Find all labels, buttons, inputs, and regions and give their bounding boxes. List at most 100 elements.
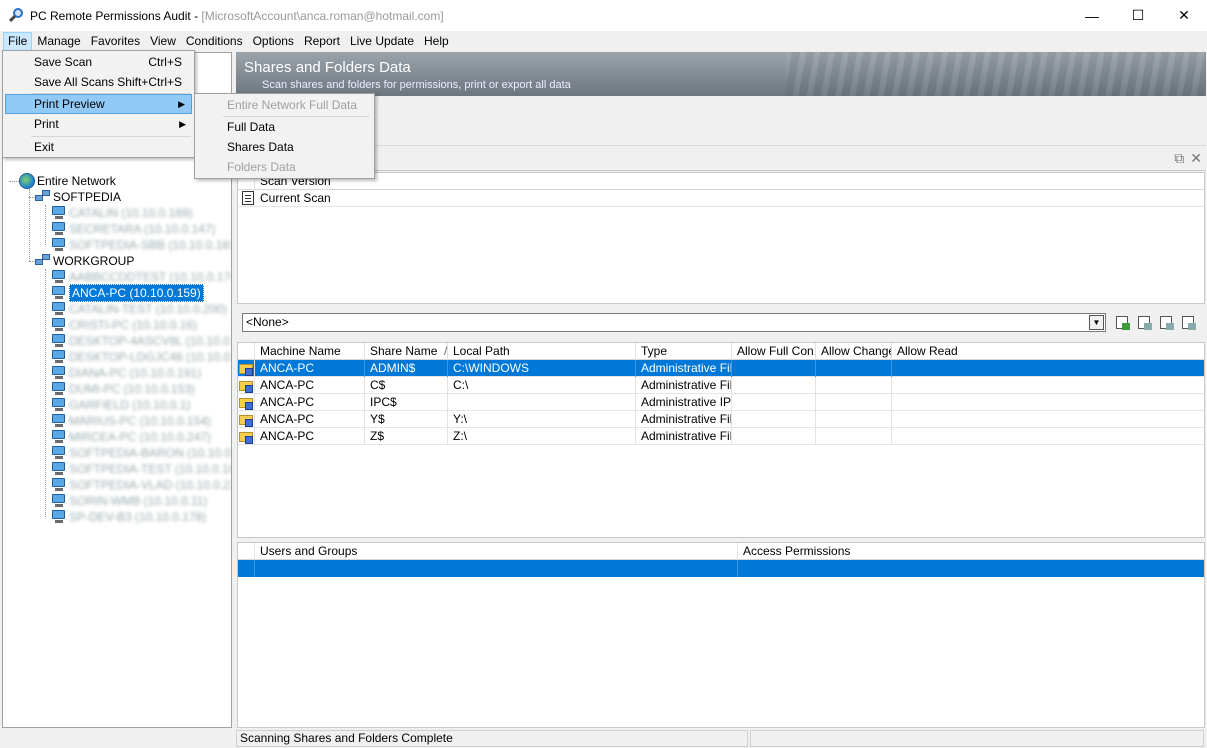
permissions-table: Users and Groups Access Permissions (237, 542, 1205, 728)
menu-item-save-all-scans[interactable]: Save All Scans Shift+Ctrl+S (5, 72, 192, 92)
menu-options[interactable]: Options (248, 32, 299, 51)
table-row[interactable]: ANCA-PC ADMIN$ C:\WINDOWS Administrative… (238, 360, 1204, 377)
tree-computer[interactable]: SOFTPEDIA-VLAD (10.10.0.226) (51, 477, 231, 493)
menu-help[interactable]: Help (419, 32, 454, 51)
shared-folder-icon (238, 377, 255, 394)
tree-computer[interactable]: SOFTPEDIA-BARON (10.10.0.21) (51, 445, 232, 461)
tree-computer[interactable]: SOFTPEDIA-SBB (10.10.0.181) (51, 237, 231, 253)
tree-computer-selected[interactable]: ANCA-PC (10.10.0.159) (51, 284, 204, 302)
tree-group-softpedia[interactable]: SOFTPEDIA (35, 189, 121, 205)
cell-users-groups (255, 560, 738, 577)
tree-label: SOFTPEDIA-BARON (10.10.0.21) (69, 446, 232, 460)
column-header-change[interactable]: Allow Change (816, 343, 892, 360)
submenu-item-full-data[interactable]: Full Data (197, 117, 372, 137)
minimize-button[interactable]: — (1069, 0, 1115, 31)
edit-filter-icon[interactable] (1180, 314, 1198, 332)
window-title: PC Remote Permissions Audit - [Microsoft… (30, 8, 444, 23)
cell-machine: ANCA-PC (255, 377, 365, 394)
column-header-type[interactable]: Type (636, 343, 732, 360)
tree-computer[interactable]: GARFIELD (10.10.0.1) (51, 397, 190, 413)
tree-computer[interactable]: MARIUS-PC (10.10.0.154) (51, 413, 211, 429)
computer-icon (51, 397, 67, 413)
tree-computer[interactable]: CATALIN-TEST (10.10.0.200) (51, 301, 227, 317)
undock-icon[interactable]: ⧉ (1174, 150, 1184, 167)
menu-conditions[interactable]: Conditions (181, 32, 248, 51)
menu-bar: File Manage Favorites View Conditions Op… (0, 31, 1207, 51)
menu-item-print-preview[interactable]: Print Preview ▶ (5, 94, 192, 114)
tree-computer[interactable]: DIANA-PC (10.10.0.191) (51, 365, 201, 381)
tree-computer[interactable]: SECRETARA (10.10.0.147) (51, 221, 216, 237)
table-row[interactable] (238, 560, 1204, 577)
cell-machine: ANCA-PC (255, 411, 365, 428)
tree-label: MARIUS-PC (10.10.0.154) (69, 414, 212, 428)
cell-type: Administrative File (636, 411, 732, 428)
table-row[interactable]: ANCA-PC Z$ Z:\ Administrative File (238, 428, 1204, 445)
tree-computer[interactable]: CRISTI-PC (10.10.0.16) (51, 317, 197, 333)
tree-group-workgroup[interactable]: WORKGROUP (35, 253, 134, 269)
table-row[interactable]: ANCA-PC C$ C:\ Administrative File (238, 377, 1204, 394)
menu-item-save-scan[interactable]: Save Scan Ctrl+S (5, 52, 192, 72)
tree-computer[interactable]: DUMI-PC (10.10.0.153) (51, 381, 195, 397)
cell-type: Administrative IPC (636, 394, 732, 411)
scan-row[interactable]: Current Scan (238, 190, 1204, 207)
cell-change (816, 428, 892, 445)
cell-read (892, 360, 1204, 377)
computer-icon (51, 445, 67, 461)
column-header-machine[interactable]: Machine Name (255, 343, 365, 360)
maximize-button[interactable]: ☐ (1115, 0, 1161, 31)
page-title: Shares and Folders Data (244, 59, 411, 76)
cell-access-permissions (738, 560, 1204, 577)
close-panel-icon[interactable]: ✕ (1190, 150, 1202, 167)
submenu-item-folders-data: Folders Data (227, 160, 296, 174)
tree-computer[interactable]: SP-DEV-B3 (10.10.0.178) (51, 509, 206, 525)
add-filter-icon[interactable] (1114, 314, 1132, 332)
computer-icon (51, 477, 67, 493)
tree-label: CATALIN-TEST (10.10.0.200) (69, 302, 228, 316)
tree-computer[interactable]: SOFTPEDIA-TEST (10.10.0.163) (51, 461, 231, 477)
paste-filter-icon[interactable] (1158, 314, 1176, 332)
menu-favorites[interactable]: Favorites (86, 32, 145, 51)
column-header-share[interactable]: Share Name / (365, 343, 448, 360)
tree-computer[interactable]: CATALIN (10.10.0.189) (51, 205, 193, 221)
tree-label: DESKTOP-LDGJC46 (10.10.0.17) (69, 350, 231, 364)
submenu-item-shares-data[interactable]: Shares Data (197, 137, 372, 157)
menu-file[interactable]: File (3, 31, 33, 51)
table-row[interactable]: ANCA-PC IPC$ Administrative IPC (238, 394, 1204, 411)
cell-path: Z:\ (448, 428, 636, 445)
tree-computer[interactable]: AABBCCDDTEST (10.10.0.174) (51, 269, 232, 285)
column-header-read[interactable]: Allow Read (892, 343, 1204, 360)
tree-computer[interactable]: SORIN-WMB (10.10.0.11) (51, 493, 207, 509)
tree-computer[interactable]: DESKTOP-LDGJC46 (10.10.0.17) (51, 349, 231, 365)
chevron-down-icon[interactable]: ▼ (1089, 315, 1104, 330)
cell-type: Administrative File (636, 428, 732, 445)
table-row[interactable]: ANCA-PC Y$ Y:\ Administrative File (238, 411, 1204, 428)
tree-computer[interactable]: DESKTOP-4ASCV8L (10.10.0.21) (51, 333, 231, 349)
submenu-arrow-icon: ▶ (178, 99, 185, 109)
cell-path (448, 394, 636, 411)
computer-icon (51, 349, 67, 365)
column-header-icon (238, 543, 255, 560)
cell-type: Administrative File (636, 377, 732, 394)
computer-icon (51, 493, 67, 509)
menu-item-print[interactable]: Print ▶ (5, 114, 192, 134)
column-header-scan-version[interactable]: Scan Version (255, 173, 1204, 190)
cell-read (892, 428, 1204, 445)
menu-manage[interactable]: Manage (32, 32, 85, 51)
tree-computer[interactable]: MIRCEA-PC (10.10.0.247) (51, 429, 211, 445)
copy-filter-icon[interactable] (1136, 314, 1154, 332)
tree-label: DUMI-PC (10.10.0.153) (69, 382, 196, 396)
tree-label: AABBCCDDTEST (10.10.0.174) (69, 270, 232, 284)
menu-view[interactable]: View (145, 32, 181, 51)
menu-live-update[interactable]: Live Update (345, 32, 419, 51)
tree-root-entire-network[interactable]: Entire Network (19, 173, 116, 189)
column-header-full-control[interactable]: Allow Full Con... (732, 343, 816, 360)
column-header-path[interactable]: Local Path (448, 343, 636, 360)
column-header-access-permissions[interactable]: Access Permissions (738, 543, 1204, 560)
column-header-users-groups[interactable]: Users and Groups (255, 543, 738, 560)
menu-item-exit[interactable]: Exit (5, 137, 192, 157)
close-button[interactable]: ✕ (1161, 0, 1207, 31)
computer-icon (51, 509, 67, 525)
menu-report[interactable]: Report (299, 32, 345, 51)
filter-value: <None> (246, 315, 289, 329)
filter-combobox[interactable]: <None> ▼ (242, 313, 1106, 332)
